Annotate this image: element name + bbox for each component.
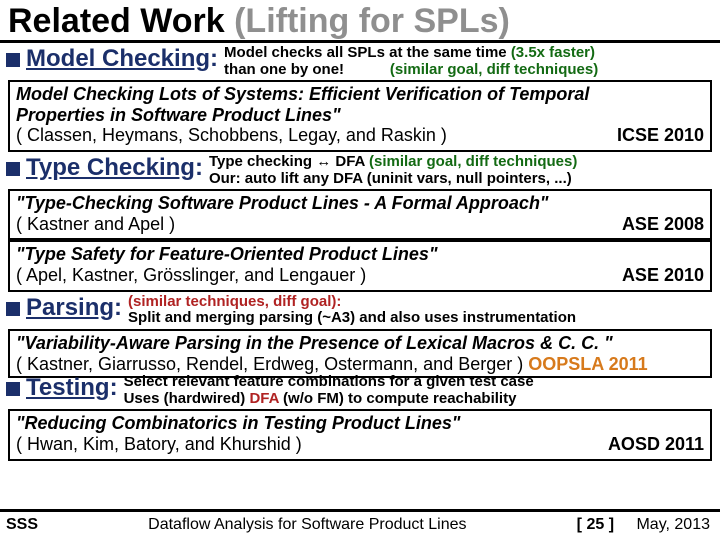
citation-quote: "Reducing Combinatorics in Testing Produ… [16,413,704,434]
quote-line: Model Checking Lots of Systems: Efficien… [16,84,589,104]
citation-authors-row: ( Kastner and Apel ) ASE 2008 [16,214,704,235]
citation-authors: ( Apel, Kastner, Grösslinger, and Lengau… [16,265,366,286]
section-type-checking: Type Checking: Type checking ↔ DFA (simi… [6,154,714,187]
quote-line: Properties in Software Product Lines" [16,105,341,125]
citation-authors-row: ( Kastner, Giarrusso, Rendel, Erdweg, Os… [16,354,704,375]
section-head: Testing [26,374,110,401]
title-main: Related Work [8,2,234,40]
citation-authors: ( Classen, Heymans, Schobbens, Legay, an… [16,125,447,146]
section-desc: Select relevant feature combinations for… [124,374,714,407]
desc-line: Model checks all SPLs at the same time [224,44,511,61]
citation-venue: ASE 2010 [622,265,704,286]
citation-authors: ( Hwan, Kim, Batory, and Khurshid ) [16,434,302,455]
title-subtitle: (Lifting for SPLs) [234,2,510,40]
authors-text: ( Kastner, Giarrusso, Rendel, Erdweg, Os… [16,354,528,374]
colon: : [110,374,118,401]
colon: : [114,294,122,321]
citation-box-type-checking-1: "Type-Checking Software Product Lines - … [8,189,712,240]
bullet-icon [6,162,20,176]
citation-quote: "Variability-Aware Parsing in the Presen… [16,333,704,354]
section-head: Type Checking [26,154,195,181]
citation-venue: ASE 2008 [622,214,704,235]
citation-venue: AOSD 2011 [608,434,704,455]
citation-authors-row: ( Hwan, Kim, Batory, and Khurshid ) AOSD… [16,434,704,455]
citation-authors-row: ( Apel, Kastner, Grösslinger, and Lengau… [16,265,704,286]
desc-line: Uses (hardwired) [124,390,250,407]
desc-positive: (similar goal, diff techniques) [390,61,598,78]
section-head: Model Checking [26,45,210,72]
citation-authors-row: ( Classen, Heymans, Schobbens, Legay, an… [16,125,704,146]
desc-line: Our: auto lift any DFA (uninit vars, nul… [209,170,572,187]
citation-authors: ( Kastner, Giarrusso, Rendel, Erdweg, Os… [16,354,648,375]
page-number: [ 25 ] [577,516,614,533]
desc-line: (w/o FM) to compute reachability [279,390,517,407]
section-desc: Model checks all SPLs at the same time (… [224,45,714,78]
citation-venue: OOPSLA 2011 [528,354,647,374]
footer: SSS Dataflow Analysis for Software Produ… [0,509,720,540]
section-model-checking: Model Checking: Model checks all SPLs at… [6,45,714,78]
desc-line: Split and merging parsing (~A3) and also… [128,309,576,326]
citation-authors: ( Kastner and Apel ) [16,214,175,235]
title-rule [0,40,720,43]
citation-quote: "Type-Checking Software Product Lines - … [16,193,704,214]
section-head: Parsing [26,294,114,321]
citation-venue: ICSE 2010 [617,125,704,146]
citation-box-testing: "Reducing Combinatorics in Testing Produ… [8,409,712,460]
citation-box-type-checking-2: "Type Safety for Feature-Oriented Produc… [8,240,712,291]
section-testing: Testing: Select relevant feature combina… [6,374,714,407]
content-area: Model Checking: Model checks all SPLs at… [0,45,720,461]
desc-positive: (similar goal, diff techniques) [369,153,577,170]
citation-box-parsing: "Variability-Aware Parsing in the Presen… [8,329,712,378]
desc-line: Select relevant feature combinations for… [124,373,534,390]
colon: : [210,45,218,72]
section-desc: Type checking ↔ DFA (similar goal, diff … [209,154,714,187]
citation-quote: "Type Safety for Feature-Oriented Produc… [16,244,704,265]
colon: : [195,154,203,181]
section-parsing: Parsing: (similar techniques, diff goal)… [6,294,714,327]
desc-negative: DFA [249,390,278,407]
desc-line: than one by one! [224,61,390,78]
slide: Related Work (Lifting for SPLs) Model Ch… [0,0,720,540]
footer-right: [ 25 ] May, 2013 [577,516,710,534]
footer-left: SSS [6,516,38,534]
desc-negative: (similar techniques, diff goal): [128,293,341,310]
desc-line: Type checking ↔ DFA [209,153,369,170]
bullet-icon [6,302,20,316]
footer-date: May, 2013 [636,516,710,533]
bullet-icon [6,382,20,396]
citation-box-model-checking: Model Checking Lots of Systems: Efficien… [8,80,712,152]
bullet-icon [6,53,20,67]
citation-quote: Model Checking Lots of Systems: Efficien… [16,84,704,125]
footer-title: Dataflow Analysis for Software Product L… [38,516,577,534]
section-desc: (similar techniques, diff goal): Split a… [128,294,714,327]
slide-title: Related Work (Lifting for SPLs) [0,0,720,40]
desc-positive: (3.5x faster) [511,44,595,61]
